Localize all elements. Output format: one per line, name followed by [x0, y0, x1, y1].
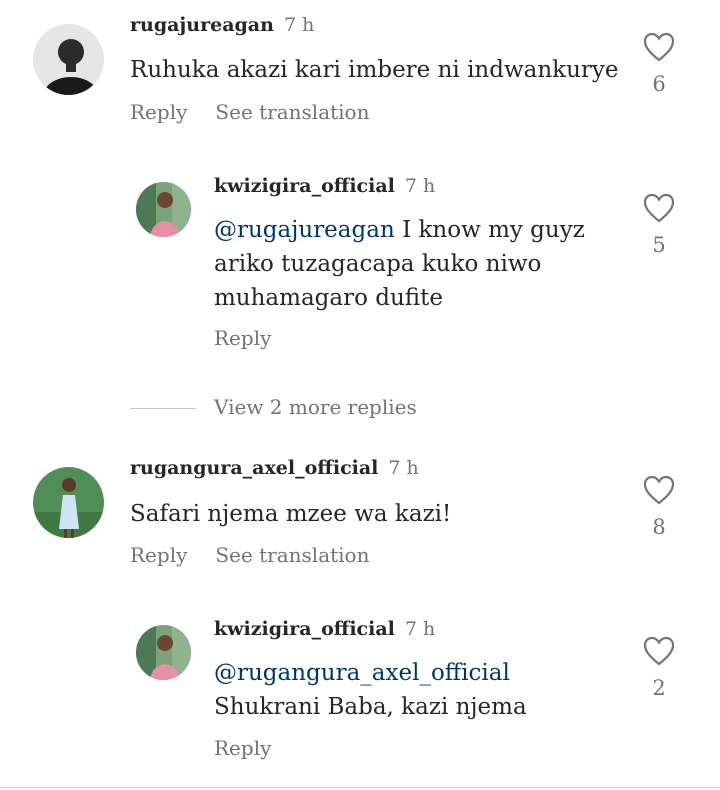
avatar[interactable]: [136, 182, 191, 237]
see-translation-button[interactable]: See translation: [215, 100, 369, 124]
username-text[interactable]: rugajureagan: [130, 14, 274, 36]
like-count: 6: [652, 72, 666, 96]
avatar[interactable]: [33, 24, 104, 95]
comment-username[interactable]: rugajureagan 7 h: [130, 14, 314, 36]
mention-link[interactable]: @rugajureagan: [214, 217, 395, 243]
comment-actions: Reply: [214, 736, 299, 760]
comment-actions: Reply See translation: [130, 543, 397, 567]
reply-button[interactable]: Reply: [214, 736, 271, 760]
comment-body: Shukrani Baba, kazi njema: [214, 694, 527, 720]
reply-button[interactable]: Reply: [130, 100, 187, 124]
heart-icon[interactable]: [643, 193, 675, 223]
like-control: 6: [639, 32, 679, 96]
view-more-replies-button[interactable]: View 2 more replies: [130, 395, 417, 419]
heart-icon[interactable]: [643, 475, 675, 505]
comment-username[interactable]: rugangura_axel_official 7 h: [130, 457, 419, 479]
comment-text: Safari njema mzee wa kazi!: [130, 501, 452, 527]
avatar[interactable]: [33, 467, 104, 538]
comment-actions: Reply: [214, 326, 299, 350]
username-text[interactable]: kwizigira_official: [214, 618, 395, 640]
comment-username[interactable]: kwizigira_official 7 h: [214, 175, 435, 197]
view-more-replies-label[interactable]: View 2 more replies: [214, 395, 417, 419]
bottom-divider: [0, 787, 720, 788]
comment-actions: Reply See translation: [130, 100, 397, 124]
divider-line: [130, 408, 196, 409]
like-count: 2: [652, 676, 666, 700]
avatar[interactable]: [136, 625, 191, 680]
comment-text: @rugajureagan I know my guyz ariko tuzag…: [214, 213, 614, 315]
comment-time: 7 h: [404, 175, 436, 197]
comment-time: 7 h: [404, 618, 436, 640]
username-text[interactable]: kwizigira_official: [214, 175, 395, 197]
comment-text: @rugangura_axel_official Shukrani Baba, …: [214, 656, 614, 724]
like-count: 8: [652, 515, 666, 539]
like-control: 8: [639, 475, 679, 539]
comment-text: Ruhuka akazi kari imbere ni indwankurye: [130, 57, 619, 83]
reply-button[interactable]: Reply: [214, 326, 271, 350]
like-control: 5: [639, 193, 679, 257]
comment-time: 7 h: [388, 457, 419, 479]
heart-icon[interactable]: [643, 32, 675, 62]
like-count: 5: [652, 233, 666, 257]
like-control: 2: [639, 636, 679, 700]
mention-link[interactable]: @rugangura_axel_official: [214, 656, 614, 690]
see-translation-button[interactable]: See translation: [215, 543, 369, 567]
comment-username[interactable]: kwizigira_official 7 h: [214, 618, 435, 640]
reply-button[interactable]: Reply: [130, 543, 187, 567]
heart-icon[interactable]: [643, 636, 675, 666]
comment-time: 7 h: [283, 14, 315, 36]
username-text[interactable]: rugangura_axel_official: [130, 457, 378, 479]
